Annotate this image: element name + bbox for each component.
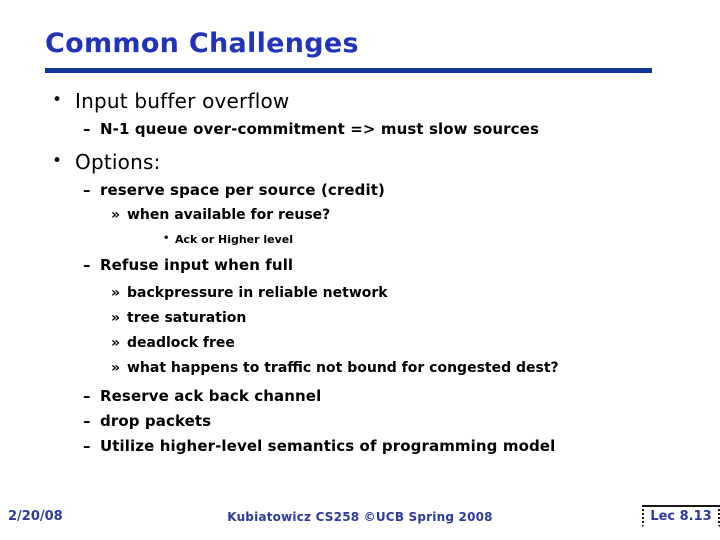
outline-item-l2: – Utilize higher-level semantics of progr… [0,433,720,458]
outline-item-label: backpressure in reliable network [127,284,388,301]
bullet-icon: » [111,334,121,351]
outline-item-label: Utilize higher-level semantics of progra… [100,436,556,455]
outline-item-l2: – N-1 queue over-commitment => must slow … [0,116,720,141]
bullet-icon: • [52,89,63,110]
outline-item-l2: – Refuse input when full [0,252,720,277]
footer-attribution: Kubiatowicz CS258 ©UCB Spring 2008 [227,510,493,524]
slide: Common Challenges • Input buffer overflow… [0,0,720,540]
outline-item-l4: • Ack or Higher level [0,229,720,249]
bullet-icon: – [83,119,91,138]
outline-item-l3: » when available for reuse? [0,202,720,227]
outline-item-l3: » deadlock free [0,330,720,355]
bullet-icon: » [111,359,121,376]
outline-item-l3: » tree saturation [0,305,720,330]
outline-item-label: Refuse input when full [100,255,294,274]
outline-item-label: Reserve ack back channel [100,386,322,405]
outline-item-label: when available for reuse? [127,206,331,223]
outline-item-l1: • Input buffer overflow [0,86,720,116]
outline-item-l3: » what happens to traffic not bound for c… [0,355,720,380]
outline-item-label: drop packets [100,411,212,430]
outline-item-l2: – Reserve ack back channel [0,383,720,408]
bullet-icon: » [111,206,121,223]
outline-item-label: N-1 queue over-commitment => must slow s… [100,119,539,138]
outline-item-l1: • Options: [0,147,720,177]
outline-item-label: Ack or Higher level [175,232,294,246]
bullet-icon: – [83,436,91,455]
bullet-icon: » [111,284,121,301]
outline-item-label: Input buffer overflow [75,89,290,113]
title-divider [45,68,652,73]
bullet-icon: – [83,411,91,430]
bullet-icon: – [83,386,91,405]
outline-item-l3: » backpressure in reliable network [0,280,720,305]
bullet-icon: – [83,180,91,199]
outline-item-label: deadlock free [127,334,235,351]
bullet-icon: – [83,255,91,274]
bullet-icon: • [163,232,170,244]
bullet-icon: » [111,309,121,326]
outline-body: • Input buffer overflow – N-1 queue over-co… [0,86,720,458]
outline-item-label: what happens to traffic not bound for co… [127,359,559,376]
outline-item-label: Options: [75,150,161,174]
outline-item-l2: – drop packets [0,408,720,433]
outline-item-l2: – reserve space per source (credit) [0,177,720,202]
page-title: Common Challenges [45,28,359,59]
outline-item-label: tree saturation [127,309,247,326]
bullet-icon: • [52,150,63,171]
footer-page-number: Lec 8.13 [642,505,720,527]
outline-item-label: reserve space per source (credit) [100,180,385,199]
slide-footer: 2/20/08 Kubiatowicz CS258 ©UCB Spring 20… [0,496,720,540]
